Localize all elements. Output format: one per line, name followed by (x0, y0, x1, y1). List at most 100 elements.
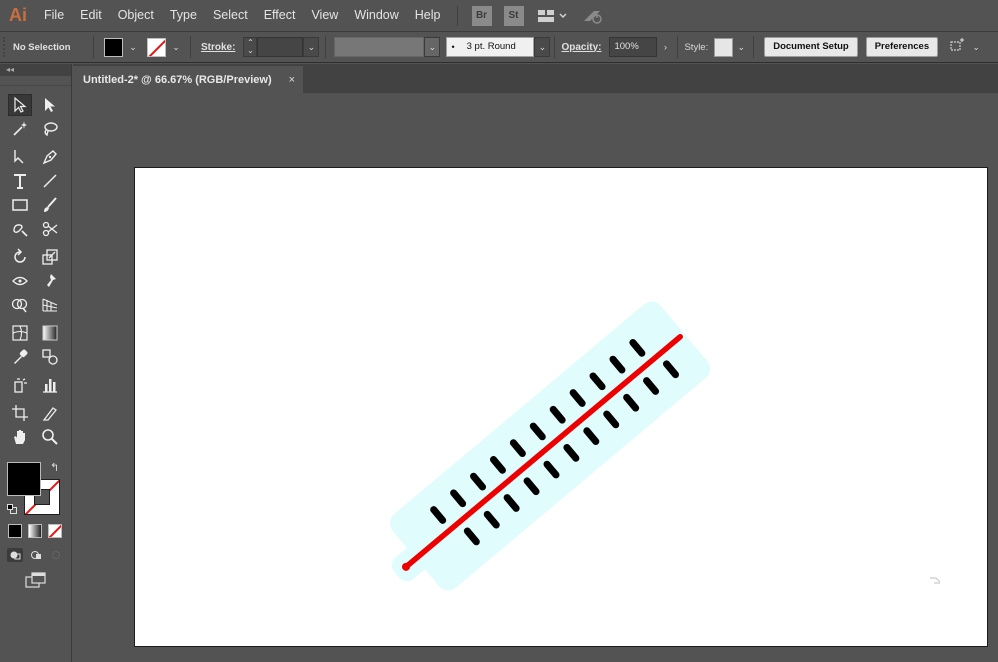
direct-selection-tool-icon[interactable] (38, 94, 62, 116)
menu-view[interactable]: View (303, 0, 346, 31)
stroke-weight-stepper[interactable]: ⌃ ⌄ (243, 37, 258, 57)
stock-icon[interactable]: St (503, 5, 524, 26)
stroke-color-swatch[interactable] (147, 37, 166, 57)
document-tab[interactable]: Untitled-2* @ 66.67% (RGB/Preview) × (73, 66, 303, 93)
divider (753, 36, 755, 58)
tools-panel-grip[interactable] (0, 76, 71, 86)
change-screen-mode-icon[interactable] (24, 571, 48, 589)
none-mode-icon[interactable] (48, 524, 62, 538)
selection-status: No Selection (13, 41, 71, 53)
swap-fill-stroke-icon[interactable]: ↰ (50, 461, 59, 474)
perspective-grid-tool-icon[interactable] (38, 294, 62, 316)
brush-value: 3 pt. Round (466, 41, 516, 52)
menu-object[interactable]: Object (110, 0, 162, 31)
stroke-weight-chevron-icon[interactable]: ⌄ (303, 37, 320, 57)
rectangle-tool-icon[interactable] (8, 194, 32, 216)
preferences-button[interactable]: Preferences (865, 37, 939, 57)
control-bar-grip (3, 37, 9, 57)
zoom-tool-icon[interactable] (38, 426, 62, 448)
line-segment-tool-icon[interactable] (38, 170, 62, 192)
menu-divider (456, 5, 458, 26)
gpu-performance-icon[interactable] (582, 7, 604, 25)
divider (677, 36, 679, 58)
stroke-label[interactable]: Stroke: (201, 42, 235, 53)
bridge-icon[interactable]: Br (471, 5, 492, 26)
menu-bar: Ai File Edit Object Type Select Effect V… (0, 0, 998, 31)
gradient-tool-icon[interactable] (38, 322, 62, 344)
lasso-tool-icon[interactable] (38, 118, 62, 140)
artwork-layer (389, 301, 941, 591)
style-label: Style: (684, 41, 709, 53)
menu-effect[interactable]: Effect (256, 0, 304, 31)
curvature-pen-tool-icon[interactable] (38, 146, 62, 168)
artboard-tool-icon[interactable] (8, 402, 32, 424)
divider (554, 36, 556, 58)
paintbrush-tool-icon[interactable] (38, 194, 62, 216)
menu-window[interactable]: Window (346, 0, 406, 31)
canvas-area[interactable] (73, 93, 998, 662)
draw-inside-icon[interactable] (48, 548, 64, 562)
fill-color-swatch[interactable] (104, 37, 123, 57)
draw-normal-icon[interactable] (7, 548, 23, 562)
graphic-style-swatch[interactable] (714, 37, 734, 57)
hand-tool-icon[interactable] (8, 426, 32, 448)
brush-dot-icon: • (451, 42, 455, 52)
default-fill-square (7, 504, 13, 510)
illustrator-window: Ai File Edit Object Type Select Effect V… (0, 0, 998, 662)
brush-definition-field[interactable]: • 3 pt. Round (446, 37, 535, 57)
scissors-tool-icon[interactable] (38, 218, 62, 240)
opacity-field[interactable]: 100% (609, 37, 658, 57)
fill-dropdown-chevron-icon[interactable]: ⌄ (125, 37, 141, 57)
mercury-line[interactable] (403, 333, 683, 570)
draw-behind-icon[interactable] (28, 548, 44, 562)
stroke-weight-field[interactable] (257, 37, 304, 57)
tools-collapse-icon[interactable]: ◂◂ (0, 64, 71, 76)
none-mode-slash (49, 525, 61, 537)
variable-width-profile-field[interactable] (334, 37, 425, 57)
align-to-icon[interactable] (948, 38, 968, 56)
opacity-chevron-icon[interactable]: › (657, 37, 673, 57)
mesh-tool-icon[interactable] (8, 322, 32, 344)
eyedropper-tool-icon[interactable] (8, 346, 32, 368)
scale-tool-icon[interactable] (38, 246, 62, 268)
cursor-icon (930, 577, 941, 584)
default-fill-stroke-icon[interactable] (7, 504, 17, 514)
stepper-down-icon[interactable]: ⌄ (247, 47, 254, 55)
tools-panel: ◂◂ ↰ (0, 64, 72, 662)
close-tab-icon[interactable]: × (289, 74, 295, 86)
menu-help[interactable]: Help (407, 0, 449, 31)
document-tab-bar: Untitled-2* @ 66.67% (RGB/Preview) × (73, 64, 998, 93)
divider (93, 36, 94, 58)
selection-tool-icon[interactable] (8, 94, 32, 116)
rotate-tool-icon[interactable] (8, 246, 32, 268)
type-tool-icon[interactable] (8, 170, 32, 192)
shaper-tool-icon[interactable] (8, 218, 32, 240)
control-bar: No Selection ⌄ ⌄ Stroke: ⌃ ⌄ ⌄ ⌄ • 3 pt. … (0, 31, 998, 63)
column-graph-tool-icon[interactable] (38, 374, 62, 396)
slice-tool-icon[interactable] (38, 402, 62, 424)
menu-edit[interactable]: Edit (72, 0, 110, 31)
arrange-documents-icon[interactable] (537, 9, 568, 23)
color-mode-icon[interactable] (8, 524, 22, 538)
symbol-sprayer-tool-icon[interactable] (8, 374, 32, 396)
profile-chevron-icon[interactable]: ⌄ (424, 37, 441, 57)
menu-file[interactable]: File (36, 0, 72, 31)
divider (190, 36, 191, 58)
document-setup-button[interactable]: Document Setup (764, 37, 858, 57)
width-tool-icon[interactable] (8, 270, 32, 292)
menu-select[interactable]: Select (205, 0, 256, 31)
stroke-dropdown-chevron-icon[interactable]: ⌄ (168, 37, 184, 57)
opacity-label[interactable]: Opacity: (561, 42, 601, 53)
brush-chevron-icon[interactable]: ⌄ (534, 37, 551, 57)
puppet-warp-tool-icon[interactable] (38, 270, 62, 292)
shape-builder-tool-icon[interactable] (8, 294, 32, 316)
menu-type[interactable]: Type (162, 0, 205, 31)
control-bar-menu-chevron-icon[interactable]: ⌄ (968, 37, 984, 57)
artboard[interactable] (134, 167, 988, 647)
pen-tool-icon[interactable] (8, 146, 32, 168)
blend-tool-icon[interactable] (38, 346, 62, 368)
style-chevron-icon[interactable]: ⌄ (733, 37, 749, 57)
magic-wand-tool-icon[interactable] (8, 118, 32, 140)
fill-color-box[interactable] (7, 462, 41, 496)
gradient-mode-icon[interactable] (28, 524, 42, 538)
